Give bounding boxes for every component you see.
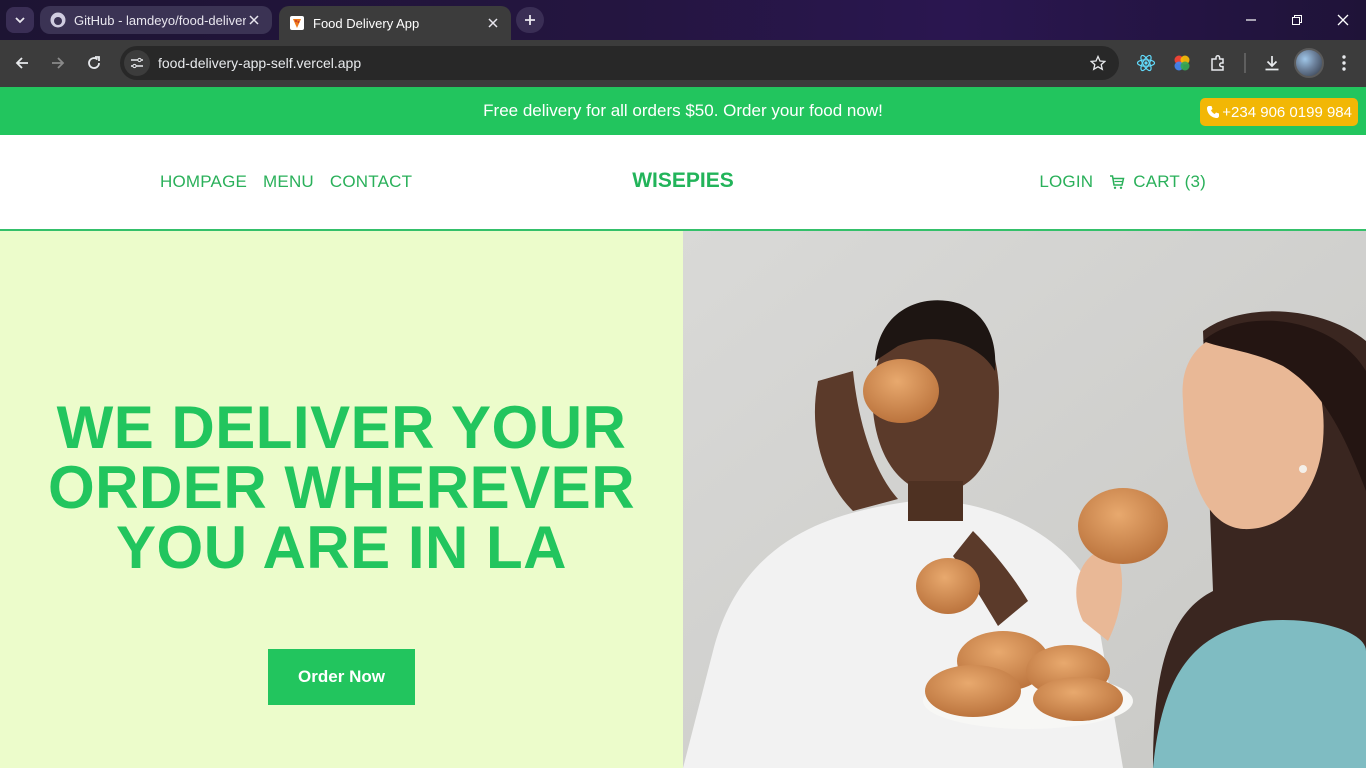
- reload-button[interactable]: [81, 50, 107, 76]
- hero-section: WE DELIVER YOUR ORDER WHEREVER YOU ARE I…: [0, 231, 683, 768]
- more-menu-icon[interactable]: [1332, 51, 1356, 75]
- color-picker-extension-icon[interactable]: [1170, 51, 1194, 75]
- phone-badge[interactable]: +234 906 0199 984: [1200, 98, 1358, 126]
- tab-title: GitHub - lamdeyo/food-delivery-app: [74, 12, 246, 28]
- new-tab-button[interactable]: [516, 7, 544, 33]
- hero-photo-illustration: [683, 231, 1366, 768]
- site-settings-icon[interactable]: [124, 50, 150, 76]
- close-window-button[interactable]: [1331, 8, 1355, 32]
- phone-number: +234 906 0199 984: [1222, 103, 1352, 121]
- login-link[interactable]: LOGIN: [1039, 172, 1093, 192]
- cart-link[interactable]: CART (3): [1109, 172, 1206, 192]
- promo-bar: Free delivery for all orders $50. Order …: [0, 87, 1366, 135]
- site-navbar: HOMPAGE MENU CONTACT WISEPIES LOGIN CART…: [0, 135, 1366, 231]
- restore-button[interactable]: [1285, 8, 1309, 32]
- restore-icon: [1292, 15, 1302, 25]
- nav-actions: LOGIN CART (3): [1039, 172, 1206, 192]
- arrow-right-icon: [52, 57, 65, 69]
- github-icon: [50, 12, 66, 28]
- promo-text: Free delivery for all orders $50. Order …: [483, 101, 883, 120]
- cart-label: CART (3): [1133, 172, 1206, 191]
- toolbar-divider: [1244, 53, 1246, 73]
- back-button[interactable]: [9, 50, 35, 76]
- pizza-icon: [289, 15, 305, 31]
- tab-github[interactable]: GitHub - lamdeyo/food-delivery-app: [40, 6, 272, 34]
- close-icon: [1337, 14, 1349, 26]
- hero-image: [683, 231, 1366, 768]
- address-bar[interactable]: food-delivery-app-self.vercel.app: [120, 46, 1119, 80]
- react-devtools-icon[interactable]: [1134, 51, 1158, 75]
- close-icon[interactable]: [246, 12, 262, 28]
- profile-avatar[interactable]: [1294, 48, 1324, 78]
- download-icon[interactable]: [1260, 51, 1284, 75]
- close-icon[interactable]: [485, 15, 501, 31]
- chevron-down-icon: [15, 17, 25, 24]
- cart-icon: [1110, 175, 1125, 189]
- reload-icon: [88, 56, 100, 69]
- browser-toolbar: food-delivery-app-self.vercel.app: [0, 40, 1366, 87]
- bookmark-star-icon[interactable]: [1085, 50, 1111, 76]
- forward-button[interactable]: [45, 50, 71, 76]
- tab-title: Food Delivery App: [313, 15, 420, 31]
- url-text[interactable]: food-delivery-app-self.vercel.app: [158, 55, 1085, 71]
- phone-icon: [1207, 106, 1220, 118]
- order-now-button[interactable]: Order Now: [268, 649, 415, 705]
- plus-icon: [525, 15, 535, 25]
- tab-food-delivery[interactable]: Food Delivery App: [279, 6, 511, 40]
- tab-search-button[interactable]: [6, 7, 34, 33]
- hero-title: WE DELIVER YOUR ORDER WHEREVER YOU ARE I…: [47, 394, 636, 581]
- minimize-icon: [1246, 19, 1256, 21]
- browser-tab-strip: GitHub - lamdeyo/food-delivery-app Food …: [0, 0, 1366, 40]
- extensions-puzzle-icon[interactable]: [1206, 51, 1230, 75]
- arrow-left-icon: [15, 57, 28, 69]
- minimize-button[interactable]: [1239, 8, 1263, 32]
